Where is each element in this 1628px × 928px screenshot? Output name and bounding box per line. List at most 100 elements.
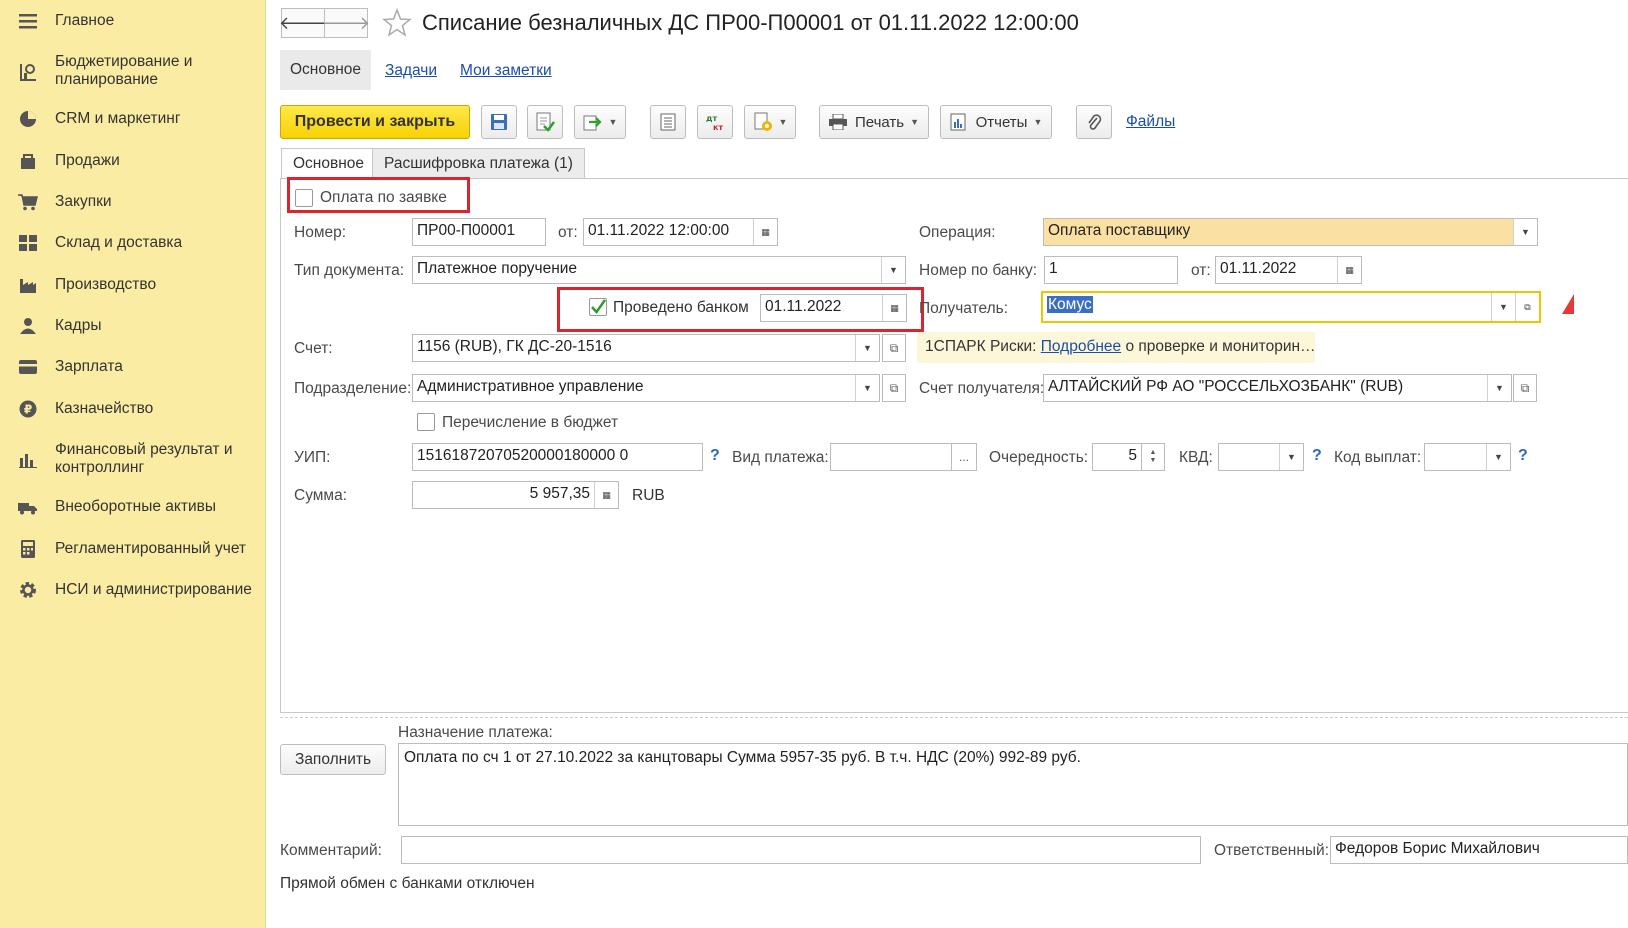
recipient-account-select[interactable]: АЛТАЙСКИЙ РФ АО "РОССЕЛЬХОЗБАНК" (RUB) ▼ xyxy=(1043,374,1512,402)
sidebar-item-crm[interactable]: CRM и маркетинг xyxy=(0,108,266,130)
svg-text:дт: дт xyxy=(706,114,717,123)
uip-input[interactable]: 15161872070520000180000 0 xyxy=(412,443,703,471)
forward-button[interactable]: 🡒 xyxy=(322,8,370,38)
bank-date-input[interactable]: 01.11.2022 ▦ xyxy=(1215,256,1362,284)
tab-label: Основное xyxy=(293,155,365,172)
pay-by-request-checkbox[interactable] xyxy=(295,189,313,207)
post-button[interactable] xyxy=(527,105,563,139)
spark-details-link[interactable]: Подробнее xyxy=(1041,338,1121,355)
kvd-select[interactable]: ▼ xyxy=(1218,443,1304,471)
spark-suffix: о проверке и мониторин… xyxy=(1121,338,1316,355)
tab-payment-breakdown[interactable]: Расшифровка платежа (1) xyxy=(372,148,585,178)
posted-date-value: 01.11.2022 xyxy=(765,298,842,315)
calendar-icon[interactable]: ▦ xyxy=(753,219,777,245)
chevron-down-icon[interactable]: ▼ xyxy=(1279,444,1303,470)
sidebar-item-salary[interactable]: Зарплата xyxy=(0,356,266,378)
number-label: Номер: xyxy=(294,224,347,241)
sidebar-item-main[interactable]: Главное xyxy=(0,10,266,32)
sum-input[interactable]: 5 957,35 ▦ xyxy=(412,481,619,509)
doctype-label: Тип документа: xyxy=(294,262,405,279)
attach-file-button[interactable] xyxy=(1076,105,1112,139)
reports-button[interactable]: Отчеты ▼ xyxy=(940,105,1052,139)
card-icon xyxy=(18,357,38,377)
operation-value: Оплата поставщику xyxy=(1048,222,1191,239)
help-icon[interactable]: ? xyxy=(1312,447,1322,465)
reports-label: Отчеты xyxy=(975,113,1028,131)
subtab-main[interactable]: Основное xyxy=(280,50,371,90)
tab-main[interactable]: Основное xyxy=(281,148,377,179)
sidebar-item-purchases[interactable]: Закупки xyxy=(0,191,266,213)
date-value: 01.11.2022 12:00:00 xyxy=(588,222,730,239)
bank-number-input[interactable]: 1 xyxy=(1044,256,1178,284)
recipient-select[interactable]: Комус ▼ ⧉ xyxy=(1041,291,1541,323)
attachments-button[interactable]: ▼ xyxy=(744,105,796,139)
division-select[interactable]: Административное управление ▼ xyxy=(412,374,880,402)
date-input[interactable]: 01.11.2022 12:00:00 ▦ xyxy=(583,218,778,246)
sidebar-item-admin[interactable]: НСИ и администрирование xyxy=(0,579,266,601)
chevron-down-icon[interactable]: ▼ xyxy=(855,375,879,401)
subtab-tasks[interactable]: Задачи xyxy=(385,62,437,80)
account-label: Счет: xyxy=(294,340,333,357)
chevron-down-icon[interactable]: ▼ xyxy=(855,335,879,361)
sidebar-item-treasury[interactable]: ₽ Казначейство xyxy=(0,398,266,420)
print-button[interactable]: Печать ▼ xyxy=(819,105,929,139)
open-icon[interactable]: ⧉ xyxy=(882,334,906,362)
chevron-down-icon[interactable]: ▼ xyxy=(1486,444,1510,470)
ellipsis-button[interactable]: ... xyxy=(951,443,977,471)
chevron-down-icon: ▼ xyxy=(910,117,920,127)
post-and-close-button[interactable]: Провести и закрыть xyxy=(280,105,470,139)
create-based-on-button[interactable]: ▼ xyxy=(574,105,626,139)
open-icon[interactable]: ⧉ xyxy=(1513,374,1537,402)
open-icon[interactable]: ⧉ xyxy=(882,374,906,402)
sidebar-item-regulated[interactable]: Регламентированный учет xyxy=(0,538,266,560)
order-input[interactable]: 5 xyxy=(1092,443,1142,471)
kvd-label: КВД: xyxy=(1179,449,1213,466)
number-input[interactable]: ПР00-П00001 xyxy=(412,218,546,246)
doctype-select[interactable]: Платежное поручение ▼ xyxy=(412,256,906,284)
sidebar-item-budgeting[interactable]: Бюджетирование и планирование xyxy=(0,52,266,92)
files-link[interactable]: Файлы xyxy=(1126,113,1175,131)
calendar-icon[interactable]: ▦ xyxy=(1337,257,1361,283)
operation-select[interactable]: Оплата поставщику ▼ xyxy=(1043,218,1538,246)
posted-date-input[interactable]: 01.11.2022 ▦ xyxy=(760,294,907,322)
fill-button[interactable]: Заполнить xyxy=(280,744,386,775)
list-button[interactable] xyxy=(650,105,686,139)
doctype-value: Платежное поручение xyxy=(417,260,578,277)
sidebar-item-label: Финансовый результат и контроллинг xyxy=(55,441,233,476)
subtab-notes[interactable]: Мои заметки xyxy=(460,62,552,80)
payment-type-input[interactable] xyxy=(830,443,952,471)
purpose-textarea[interactable]: Оплата по сч 1 от 27.10.2022 за канцтова… xyxy=(398,743,1628,826)
spark-prefix: 1СПАРК Риски: xyxy=(925,338,1041,355)
help-icon[interactable]: ? xyxy=(1518,447,1528,465)
sidebar-item-fixed-assets[interactable]: Внеоборотные активы xyxy=(0,496,266,518)
responsible-input[interactable]: Федоров Борис Михайлович xyxy=(1330,836,1628,864)
sidebar-item-production[interactable]: Производство xyxy=(0,274,266,296)
chevron-down-icon: ▼ xyxy=(1149,457,1157,464)
calculator-icon[interactable]: ▦ xyxy=(594,482,618,508)
sidebar-item-hr[interactable]: Кадры xyxy=(0,315,266,337)
chevron-down-icon[interactable]: ▼ xyxy=(1513,219,1537,245)
chevron-down-icon[interactable]: ▼ xyxy=(1491,293,1515,321)
dt-kt-button[interactable]: дт кт xyxy=(697,105,733,139)
budget-transfer-checkbox[interactable] xyxy=(417,413,435,431)
back-button[interactable]: 🡐 xyxy=(279,8,327,38)
factory-icon xyxy=(18,275,38,295)
chevron-down-icon[interactable]: ▼ xyxy=(881,257,905,283)
posted-by-bank-checkbox[interactable] xyxy=(589,298,607,316)
chevron-down-icon[interactable]: ▼ xyxy=(1487,375,1511,401)
order-stepper[interactable]: ▲ ▼ xyxy=(1141,443,1165,471)
sidebar-item-finresult[interactable]: Финансовый результат и контроллинг xyxy=(0,440,266,478)
sidebar-item-sales[interactable]: Продажи xyxy=(0,150,266,172)
comment-input[interactable] xyxy=(401,836,1201,864)
calendar-icon[interactable]: ▦ xyxy=(882,295,906,321)
favorite-star-icon[interactable] xyxy=(381,7,413,42)
open-icon[interactable]: ⧉ xyxy=(1515,293,1539,321)
help-icon[interactable]: ? xyxy=(710,447,720,465)
account-select[interactable]: 1156 (RUB), ГК ДС-20-1516 ▼ xyxy=(412,334,880,362)
payment-type-label: Вид платежа: xyxy=(732,449,829,466)
payout-code-select[interactable]: ▼ xyxy=(1424,443,1511,471)
save-button[interactable] xyxy=(481,105,517,139)
sidebar-item-label: Главное xyxy=(55,12,115,29)
svg-text:₽: ₽ xyxy=(24,403,32,417)
sidebar-item-warehouse[interactable]: Склад и доставка xyxy=(0,232,266,254)
